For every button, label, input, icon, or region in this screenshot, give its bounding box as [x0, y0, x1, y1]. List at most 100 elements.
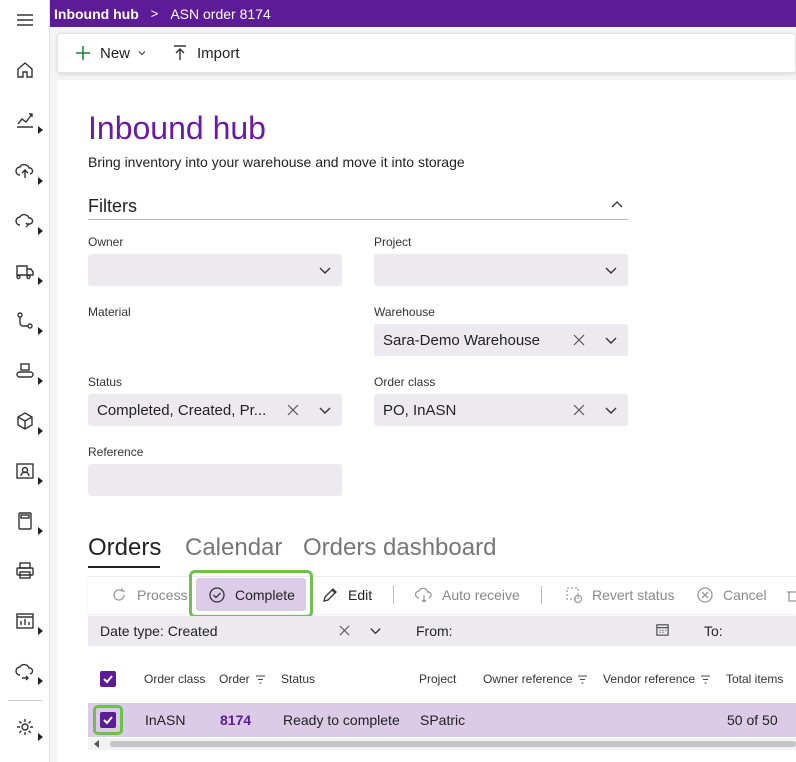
expand-arrow-icon	[38, 627, 43, 635]
expand-arrow-icon	[38, 527, 43, 535]
filter-lines-icon[interactable]	[700, 674, 711, 685]
to-date-label: To:	[704, 623, 723, 639]
filter-lines-icon[interactable]	[577, 674, 588, 685]
chevron-down-icon	[605, 337, 617, 344]
warehouse-dropdown[interactable]: Sara-Demo Warehouse	[374, 324, 628, 356]
home-icon[interactable]	[14, 59, 36, 81]
report-chart-icon[interactable]	[14, 610, 36, 632]
calendar-icon[interactable]	[655, 622, 670, 637]
cancel-label: Cancel	[723, 587, 767, 603]
revert-status-button[interactable]: Revert status	[565, 576, 674, 614]
process-label: Process	[137, 587, 188, 603]
reference-label: Reference	[88, 445, 144, 459]
printer-icon[interactable]	[14, 560, 36, 582]
active-tab-indicator	[88, 566, 160, 568]
analytics-icon[interactable]	[14, 109, 36, 131]
cloud-transfer-icon[interactable]	[14, 660, 36, 682]
import-button[interactable]: Import	[171, 44, 240, 62]
tab-orders[interactable]: Orders	[88, 534, 161, 562]
owner-dropdown[interactable]	[88, 254, 342, 286]
new-button-label: New	[100, 44, 131, 62]
clear-x-icon[interactable]	[286, 403, 300, 417]
package-box-icon[interactable]	[14, 410, 36, 432]
col-order-class-label: Order class	[144, 672, 206, 686]
clear-x-icon[interactable]	[338, 624, 351, 637]
reference-input[interactable]	[88, 464, 342, 496]
col-owner-reference-label: Owner reference	[483, 672, 573, 686]
upload-arrow-icon	[174, 45, 187, 60]
from-date-label: From:	[416, 623, 453, 639]
col-vendor-reference-label: Vendor reference	[603, 672, 696, 686]
toolbar-divider	[541, 586, 542, 604]
delete-button[interactable]	[786, 576, 796, 614]
clear-x-icon[interactable]	[572, 333, 586, 347]
expand-arrow-icon	[38, 327, 43, 335]
page-title: Inbound hub	[88, 110, 266, 146]
tab-orders-dashboard[interactable]: Orders dashboard	[303, 534, 496, 562]
flow-branch-icon[interactable]	[14, 310, 36, 332]
breadcrumb-current[interactable]: ASN order 8174	[170, 6, 270, 22]
col-total-items[interactable]: Total items	[726, 672, 783, 686]
app-name-link[interactable]: Inbound hub	[50, 6, 139, 22]
chevron-down-icon	[605, 407, 617, 414]
checkmark-icon	[103, 675, 113, 684]
cell-order-link[interactable]: 8174	[220, 712, 251, 728]
plus-icon	[76, 46, 90, 60]
toolbar-divider	[393, 586, 394, 604]
hamburger-menu-icon[interactable]	[14, 9, 36, 31]
chevron-up-icon[interactable]	[610, 198, 624, 212]
col-owner-reference[interactable]: Owner reference	[483, 672, 588, 686]
cancel-button[interactable]: Cancel	[696, 576, 767, 614]
project-dropdown[interactable]	[374, 254, 628, 286]
col-vendor-reference[interactable]: Vendor reference	[603, 672, 711, 686]
cell-order-class: InASN	[145, 712, 186, 728]
date-filter-bar: Date type: Created From: To:	[88, 616, 796, 646]
project-label: Project	[374, 235, 412, 249]
edit-button[interactable]: Edit	[321, 576, 372, 614]
status-dropdown[interactable]: Completed, Created, Pr...	[88, 394, 342, 426]
filters-header[interactable]: Filters	[88, 196, 628, 220]
inbound-upload-icon[interactable]	[14, 160, 36, 182]
table-row[interactable]: InASN 8174 Ready to complete SPatric 50 …	[88, 703, 796, 737]
gear-icon[interactable]	[14, 716, 36, 738]
conveyor-icon[interactable]	[14, 360, 36, 382]
warehouse-label: Warehouse	[374, 305, 435, 319]
col-order[interactable]: Order	[219, 672, 266, 686]
new-button[interactable]: New	[74, 44, 147, 62]
chevron-down-icon	[605, 267, 617, 274]
scrollbar-thumb[interactable]	[110, 741, 796, 747]
col-order-label: Order	[219, 672, 250, 686]
tab-calendar[interactable]: Calendar	[185, 534, 282, 562]
truck-icon[interactable]	[14, 260, 36, 282]
scroll-left-arrow-icon[interactable]	[94, 740, 99, 748]
horizontal-scrollbar[interactable]	[88, 738, 796, 750]
left-nav-rail	[0, 0, 50, 762]
process-button[interactable]: Process	[110, 576, 188, 614]
cloud-sync-icon[interactable]	[14, 210, 36, 232]
revert-status-label: Revert status	[592, 587, 675, 603]
warehouse-value: Sara-Demo Warehouse	[383, 331, 541, 349]
expand-arrow-icon	[38, 126, 43, 134]
filter-lines-icon[interactable]	[255, 674, 266, 685]
status-label: Status	[88, 375, 123, 389]
col-total-items-label: Total items	[726, 672, 784, 686]
select-all-checkbox[interactable]	[100, 671, 116, 687]
expand-arrow-icon	[38, 177, 43, 185]
status-value: Completed, Created, Pr...	[97, 401, 267, 419]
clear-x-icon[interactable]	[572, 403, 586, 417]
order-class-value: PO, InASN	[383, 401, 457, 419]
calculator-icon[interactable]	[14, 510, 36, 532]
col-order-class[interactable]: Order class	[144, 672, 205, 686]
date-type-select[interactable]: Date type: Created	[100, 623, 218, 639]
auto-receive-label: Auto receive	[442, 587, 520, 603]
expand-arrow-icon	[38, 677, 43, 685]
chevron-down-icon[interactable]	[369, 624, 382, 637]
auto-receive-button[interactable]: Auto receive	[415, 576, 520, 614]
edit-label: Edit	[348, 587, 373, 603]
page-subtitle: Bring inventory into your warehouse and …	[88, 154, 465, 170]
order-class-dropdown[interactable]: PO, InASN	[374, 394, 628, 426]
contact-card-icon[interactable]	[14, 460, 36, 482]
col-project[interactable]: Project	[419, 672, 456, 686]
cell-project: SPatric	[420, 712, 466, 728]
col-status[interactable]: Status	[281, 672, 315, 686]
